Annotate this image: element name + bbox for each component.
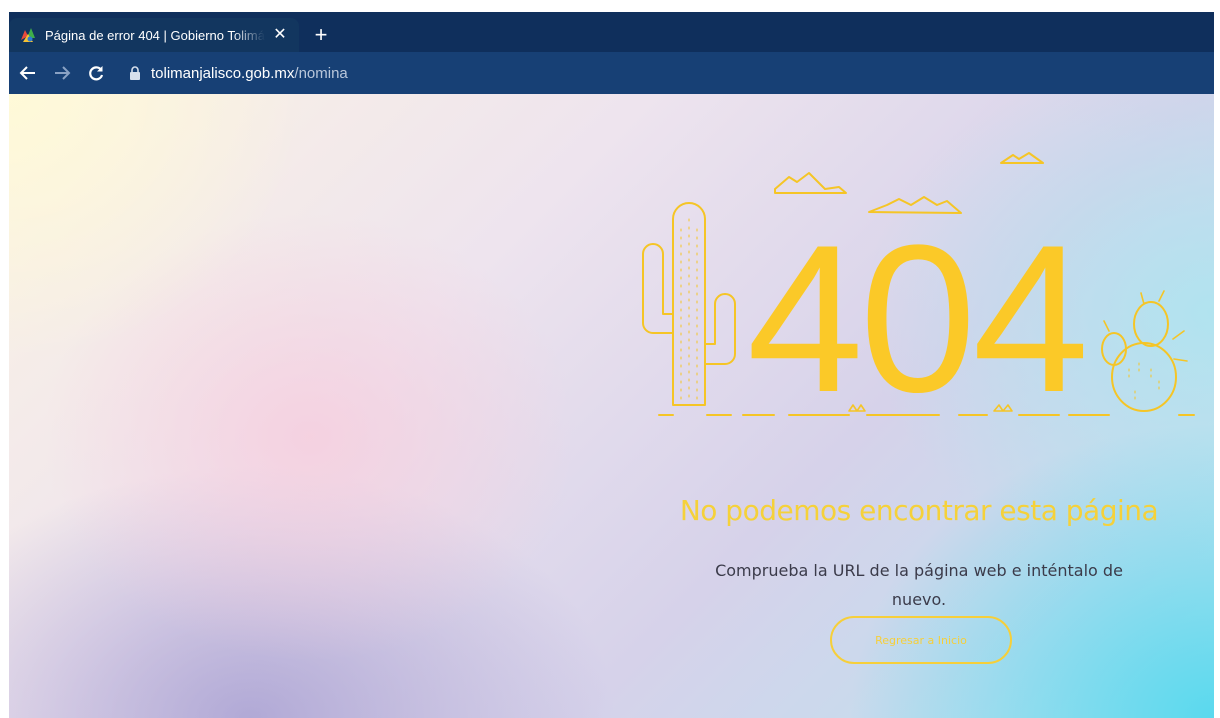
arrow-right-icon (55, 66, 71, 80)
error-message: Comprueba la URL de la página web e inté… (715, 561, 1123, 609)
address-bar[interactable]: tolimanjalisco.gob.mx/nomina (121, 58, 356, 88)
error-code: 404 (746, 201, 1089, 436)
lock-icon (130, 66, 140, 80)
url-host: tolimanjalisco.gob.mx (151, 64, 295, 82)
reload-button[interactable] (81, 58, 111, 88)
error-heading: No podemos encontrar esta página (679, 494, 1159, 527)
home-button[interactable]: Regresar a Inicio (830, 616, 1012, 664)
new-tab-button[interactable]: + (307, 22, 335, 50)
gobierno-logo-icon (21, 28, 35, 42)
browser-tab[interactable]: Página de error 404 | Gobierno Tolimán ✕ (9, 18, 299, 52)
arrow-left-icon (19, 66, 35, 80)
browser-toolbar: tolimanjalisco.gob.mx/nomina (9, 52, 1214, 94)
page-viewport: 404 No podemos encontrar esta página Com… (9, 94, 1214, 718)
cloud-icon (774, 172, 847, 194)
cloud-icon (1000, 152, 1044, 164)
back-button[interactable] (13, 58, 43, 88)
tab-title: Página de error 404 | Gobierno Tolimán (45, 27, 265, 43)
forward-button[interactable] (47, 58, 77, 88)
url-path: /nomina (294, 64, 348, 82)
reload-icon (89, 66, 104, 81)
browser-tabstrip: Página de error 404 | Gobierno Tolimán ✕… (9, 12, 1214, 52)
close-tab-icon[interactable]: ✕ (271, 26, 289, 44)
